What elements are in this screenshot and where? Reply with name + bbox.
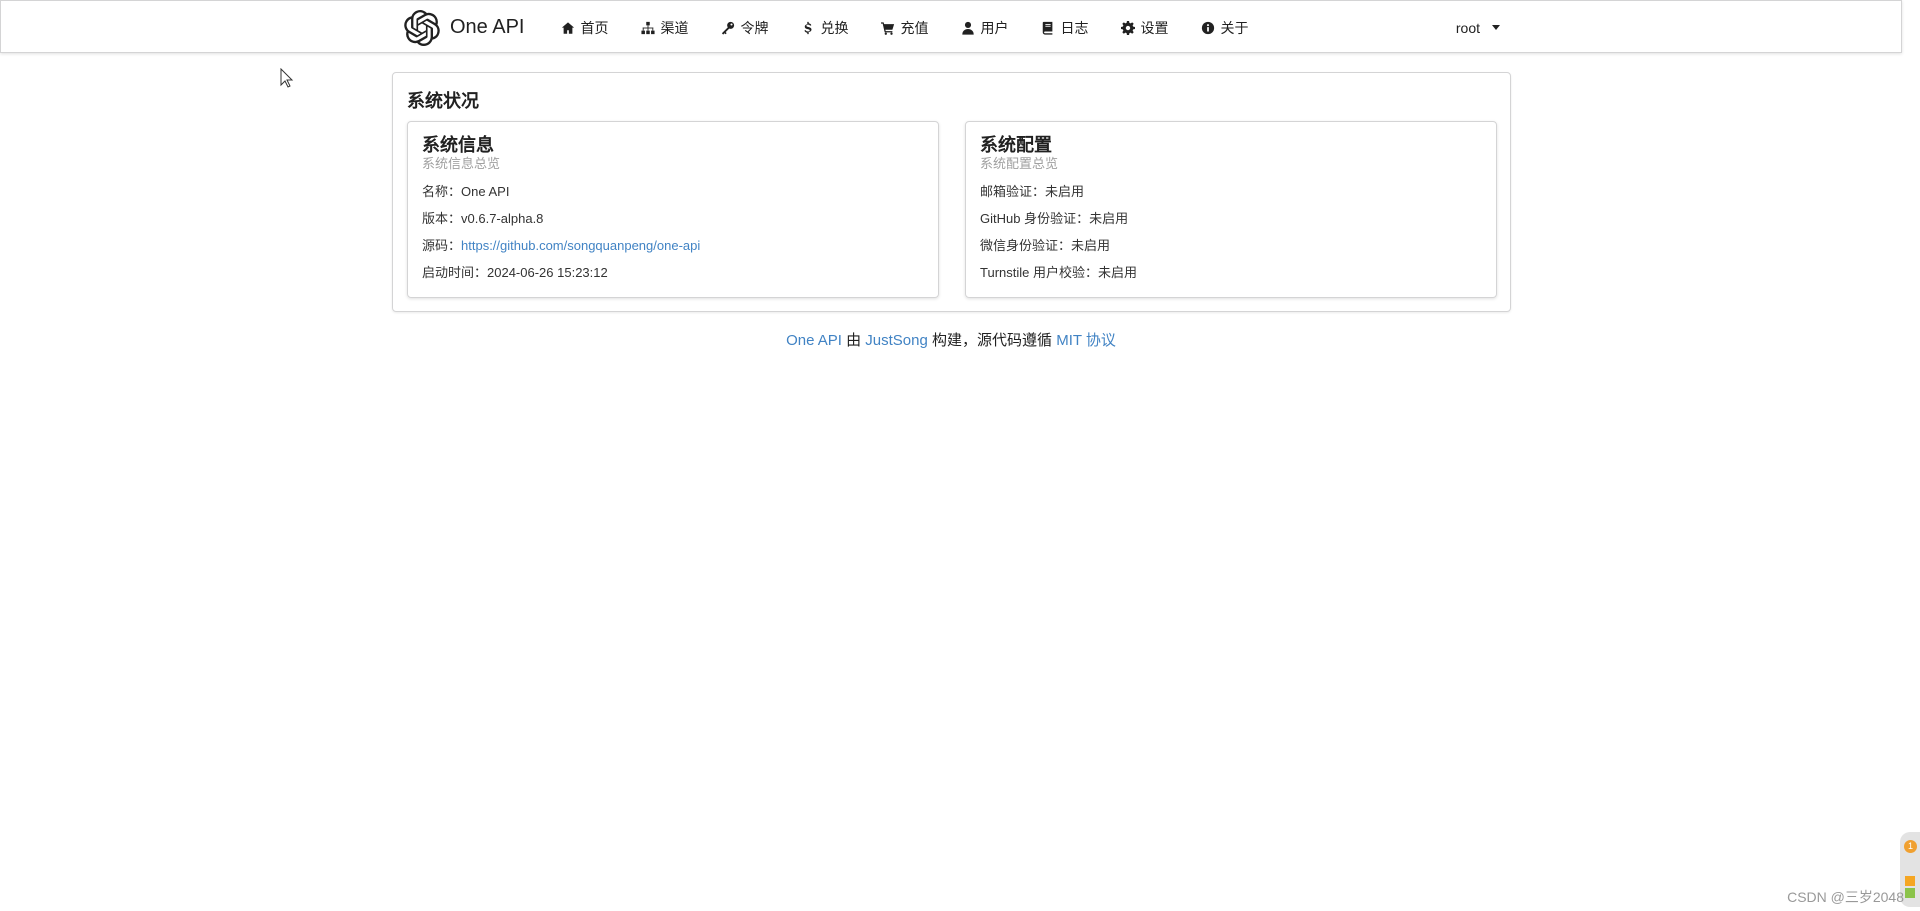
nav-item-topup[interactable]: 充值	[865, 1, 945, 54]
gear-icon	[1120, 20, 1135, 35]
config-row-wechat: 微信身份验证：未启用	[980, 238, 1111, 253]
key-icon	[721, 21, 735, 35]
home-icon	[561, 21, 575, 35]
config-row-github: GitHub 身份验证：未启用	[980, 211, 1129, 226]
cart-icon	[880, 21, 895, 35]
system-config-title: 系统配置	[980, 135, 1052, 155]
openai-logo-icon	[404, 9, 440, 46]
nav-item-logs[interactable]: 日志	[1025, 1, 1105, 54]
mouse-pointer-icon	[280, 68, 294, 88]
info-icon	[1201, 21, 1215, 35]
nav-item-users[interactable]: 用户	[945, 1, 1025, 54]
config-email-value: 未启用	[1045, 184, 1085, 199]
info-row-start-time: 启动时间：2024-06-26 15:23:12	[422, 265, 608, 280]
nav-item-label: 首页	[580, 19, 609, 36]
nav-item-label: 兑换	[820, 19, 849, 36]
config-row-turnstile: Turnstile 用户校验：未启用	[980, 265, 1137, 280]
config-github-value: 未启用	[1089, 211, 1129, 226]
nav-item-channels[interactable]: 渠道	[625, 1, 705, 54]
system-config-meta: 系统配置总览	[980, 156, 1059, 171]
system-status-title: 系统状况	[407, 91, 479, 111]
nav-item-about[interactable]: 关于	[1185, 1, 1265, 54]
info-start-time-value: 2024-06-26 15:23:12	[487, 265, 608, 280]
info-version-value: v0.6.7-alpha.8	[461, 211, 544, 226]
info-row-version: 版本：v0.6.7-alpha.8	[422, 211, 544, 226]
brand-home-link[interactable]: One API	[404, 9, 525, 46]
info-row-source: 源码：https://github.com/songquanpeng/one-a…	[422, 238, 701, 253]
page-footer: One API 由 JustSong 构建，源代码遵循 MIT 协议	[0, 329, 1902, 350]
nav-item-label: 令牌	[740, 19, 769, 36]
system-info-title: 系统信息	[422, 135, 494, 155]
widget-bar-orange	[1905, 876, 1915, 886]
system-config-card: 系统配置 系统配置总览 邮箱验证：未启用 GitHub 身份验证：未启用 微信身…	[965, 121, 1497, 298]
nav-item-settings[interactable]: 设置	[1105, 1, 1185, 54]
nav-item-label: 关于	[1220, 19, 1249, 36]
user-icon	[961, 21, 975, 35]
caret-down-icon	[1492, 25, 1500, 30]
footer-license-link[interactable]: MIT 协议	[1056, 332, 1116, 349]
info-row-name: 名称：One API	[422, 184, 510, 199]
sitemap-icon	[640, 21, 655, 35]
nav-item-label: 日志	[1060, 19, 1089, 36]
dollar-icon	[801, 21, 815, 35]
nav-item-label: 设置	[1140, 19, 1169, 36]
footer-by-text: 由	[846, 332, 862, 349]
footer-project-link[interactable]: One API	[786, 332, 842, 349]
info-name-value: One API	[461, 184, 510, 199]
nav-item-label: 用户	[980, 19, 1009, 36]
footer-author-link[interactable]: JustSong	[865, 332, 928, 349]
notification-badge: 1	[1904, 840, 1917, 853]
system-info-meta: 系统信息总览	[422, 156, 501, 171]
book-icon	[1041, 21, 1055, 35]
csdn-watermark: CSDN @三岁2048	[1787, 889, 1904, 905]
user-menu-label: root	[1455, 19, 1480, 36]
brand-name: One API	[450, 16, 525, 38]
top-navbar: One API 首页 渠道 令牌 兑换 充值 用户 日志 设置 关于 root	[0, 0, 1902, 53]
system-status-card: 系统状况 系统信息 系统信息总览 名称：One API 版本：v0.6.7-al…	[392, 72, 1511, 312]
config-wechat-value: 未启用	[1071, 238, 1111, 253]
source-repo-link[interactable]: https://github.com/songquanpeng/one-api	[461, 238, 700, 253]
config-row-email: 邮箱验证：未启用	[980, 184, 1085, 199]
user-menu-dropdown[interactable]: root	[1456, 1, 1504, 54]
navbar-content: One API 首页 渠道 令牌 兑换 充值 用户 日志 设置 关于 root	[404, 1, 1504, 54]
system-info-card: 系统信息 系统信息总览 名称：One API 版本：v0.6.7-alpha.8…	[407, 121, 939, 298]
nav-item-label: 充值	[900, 19, 929, 36]
widget-bar-green	[1905, 888, 1915, 898]
nav-item-redeem[interactable]: 兑换	[785, 1, 865, 54]
nav-item-tokens[interactable]: 令牌	[705, 1, 785, 54]
nav-item-label: 渠道	[660, 19, 689, 36]
footer-built-text: 构建，源代码遵循	[932, 332, 1053, 349]
nav-item-home[interactable]: 首页	[545, 1, 625, 54]
config-turnstile-value: 未启用	[1097, 265, 1137, 280]
